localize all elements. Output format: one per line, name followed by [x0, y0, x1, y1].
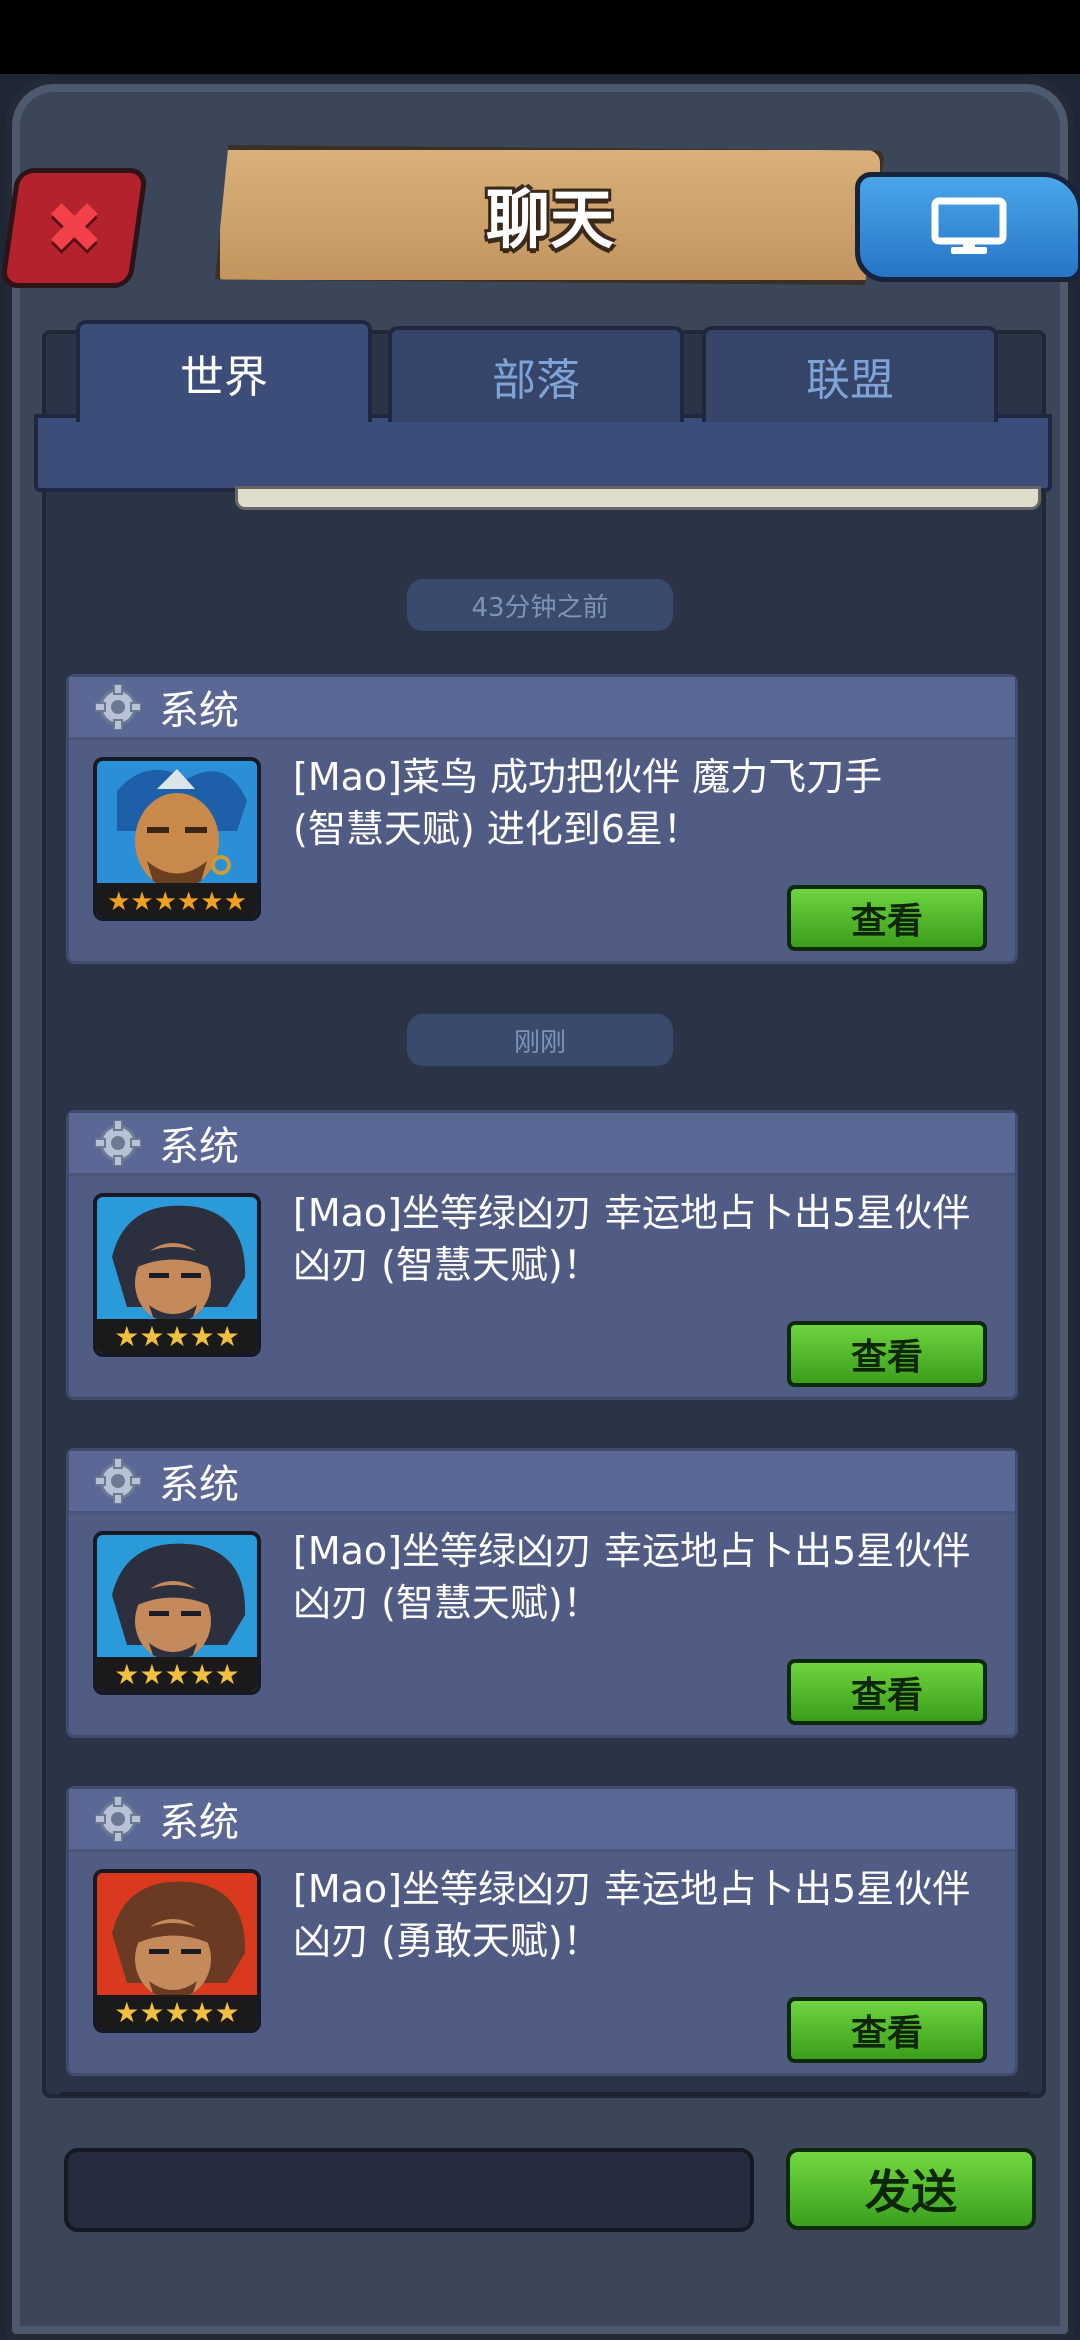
rogue-portrait-icon: ★★★★★: [97, 1873, 257, 2029]
tab-tribe[interactable]: 部落: [388, 326, 684, 422]
message-text: [Mao]坐等绿凶刃 幸运地占卜出5星伙伴 凶刃 (智慧天赋)！: [293, 1525, 1003, 1629]
tab-world[interactable]: 世界: [76, 320, 372, 422]
message-line: [Mao]菜鸟 成功把伙伴 魔力飞刀手: [293, 755, 883, 799]
timestamp-pill: 43分钟之前: [407, 579, 673, 631]
timestamp-pill: 刚刚: [407, 1014, 673, 1066]
rogue-portrait-icon: ★★★★★: [97, 1197, 257, 1353]
svg-text:★★★★★: ★★★★★: [114, 1320, 240, 1353]
sender-name: 系统: [159, 688, 239, 734]
close-button[interactable]: ✖: [0, 168, 149, 288]
view-button[interactable]: 查看: [787, 1659, 987, 1725]
view-button[interactable]: 查看: [787, 1997, 987, 2063]
message-line: [Mao]坐等绿凶刃 幸运地占卜出5星伙伴: [293, 1529, 971, 1573]
page-title: 聊天: [486, 184, 614, 258]
status-bar: [0, 0, 1080, 74]
title-banner: 聊天: [215, 145, 885, 285]
svg-text:★★★★★★: ★★★★★★: [107, 887, 247, 917]
gear-icon: [95, 684, 141, 730]
tab-bar: [34, 414, 1052, 492]
sender-name: 系统: [159, 1124, 239, 1170]
gear-icon: [95, 1120, 141, 1166]
chat-message: 系统 ★★★★★★ [Mao]菜鸟 成功把伙伴 魔力飞刀手 (智慧天赋) 进化到…: [66, 674, 1018, 964]
message-text: [Mao]坐等绿凶刃 幸运地占卜出5星伙伴 凶刃 (勇敢天赋)！: [293, 1863, 1003, 1967]
message-text: [Mao]菜鸟 成功把伙伴 魔力飞刀手 (智慧天赋) 进化到6星！: [293, 751, 1003, 855]
close-icon: ✖: [44, 187, 104, 269]
message-line: (智慧天赋) 进化到6星！: [293, 807, 701, 851]
svg-text:★★★★★: ★★★★★: [114, 1996, 240, 2029]
avatar[interactable]: ★★★★★★: [93, 757, 261, 921]
avatar[interactable]: ★★★★★: [93, 1869, 261, 2033]
svg-text:★★★★★: ★★★★★: [114, 1658, 240, 1691]
gear-icon: [95, 1458, 141, 1504]
message-header: 系统: [69, 677, 1015, 740]
message-line: [Mao]坐等绿凶刃 幸运地占卜出5星伙伴: [293, 1867, 971, 1911]
screen-toggle-button[interactable]: [855, 172, 1080, 282]
chat-input[interactable]: [64, 2148, 754, 2232]
sender-name: 系统: [159, 1462, 239, 1508]
message-header: 系统: [69, 1451, 1015, 1514]
gear-icon: [95, 1796, 141, 1842]
chat-message: 系统 ★★★★★ [Mao]坐等绿凶刃 幸运地占卜出5星伙伴 凶刃 (智慧天赋)…: [66, 1448, 1018, 1738]
scroll-top-edge: [235, 486, 1041, 510]
message-header: 系统: [69, 1113, 1015, 1176]
chat-message: 系统 ★★★★★ [Mao]坐等绿凶刃 幸运地占卜出5星伙伴 凶刃 (勇敢天赋)…: [66, 1786, 1018, 2076]
message-line: 凶刃 (智慧天赋)！: [293, 1581, 601, 1625]
send-button[interactable]: 发送: [786, 2148, 1036, 2230]
message-line: [Mao]坐等绿凶刃 幸运地占卜出5星伙伴: [293, 1191, 971, 1235]
message-line: 凶刃 (勇敢天赋)！: [293, 1919, 601, 1963]
divider: [60, 2092, 1030, 2096]
view-button[interactable]: 查看: [787, 885, 987, 951]
message-header: 系统: [69, 1789, 1015, 1852]
avatar[interactable]: ★★★★★: [93, 1193, 261, 1357]
view-button[interactable]: 查看: [787, 1321, 987, 1387]
sender-name: 系统: [159, 1800, 239, 1846]
avatar[interactable]: ★★★★★: [93, 1531, 261, 1695]
rogue-portrait-icon: ★★★★★: [97, 1535, 257, 1691]
monitor-icon: [931, 197, 1007, 254]
message-text: [Mao]坐等绿凶刃 幸运地占卜出5星伙伴 凶刃 (智慧天赋)！: [293, 1187, 1003, 1291]
tab-alliance[interactable]: 联盟: [702, 326, 998, 422]
warrior-portrait-icon: ★★★★★★: [97, 761, 257, 917]
message-line: 凶刃 (智慧天赋)！: [293, 1243, 601, 1287]
chat-message: 系统 ★★★★★ [Mao]坐等绿凶刃 幸运地占卜出5星伙伴 凶刃 (智慧天赋)…: [66, 1110, 1018, 1400]
